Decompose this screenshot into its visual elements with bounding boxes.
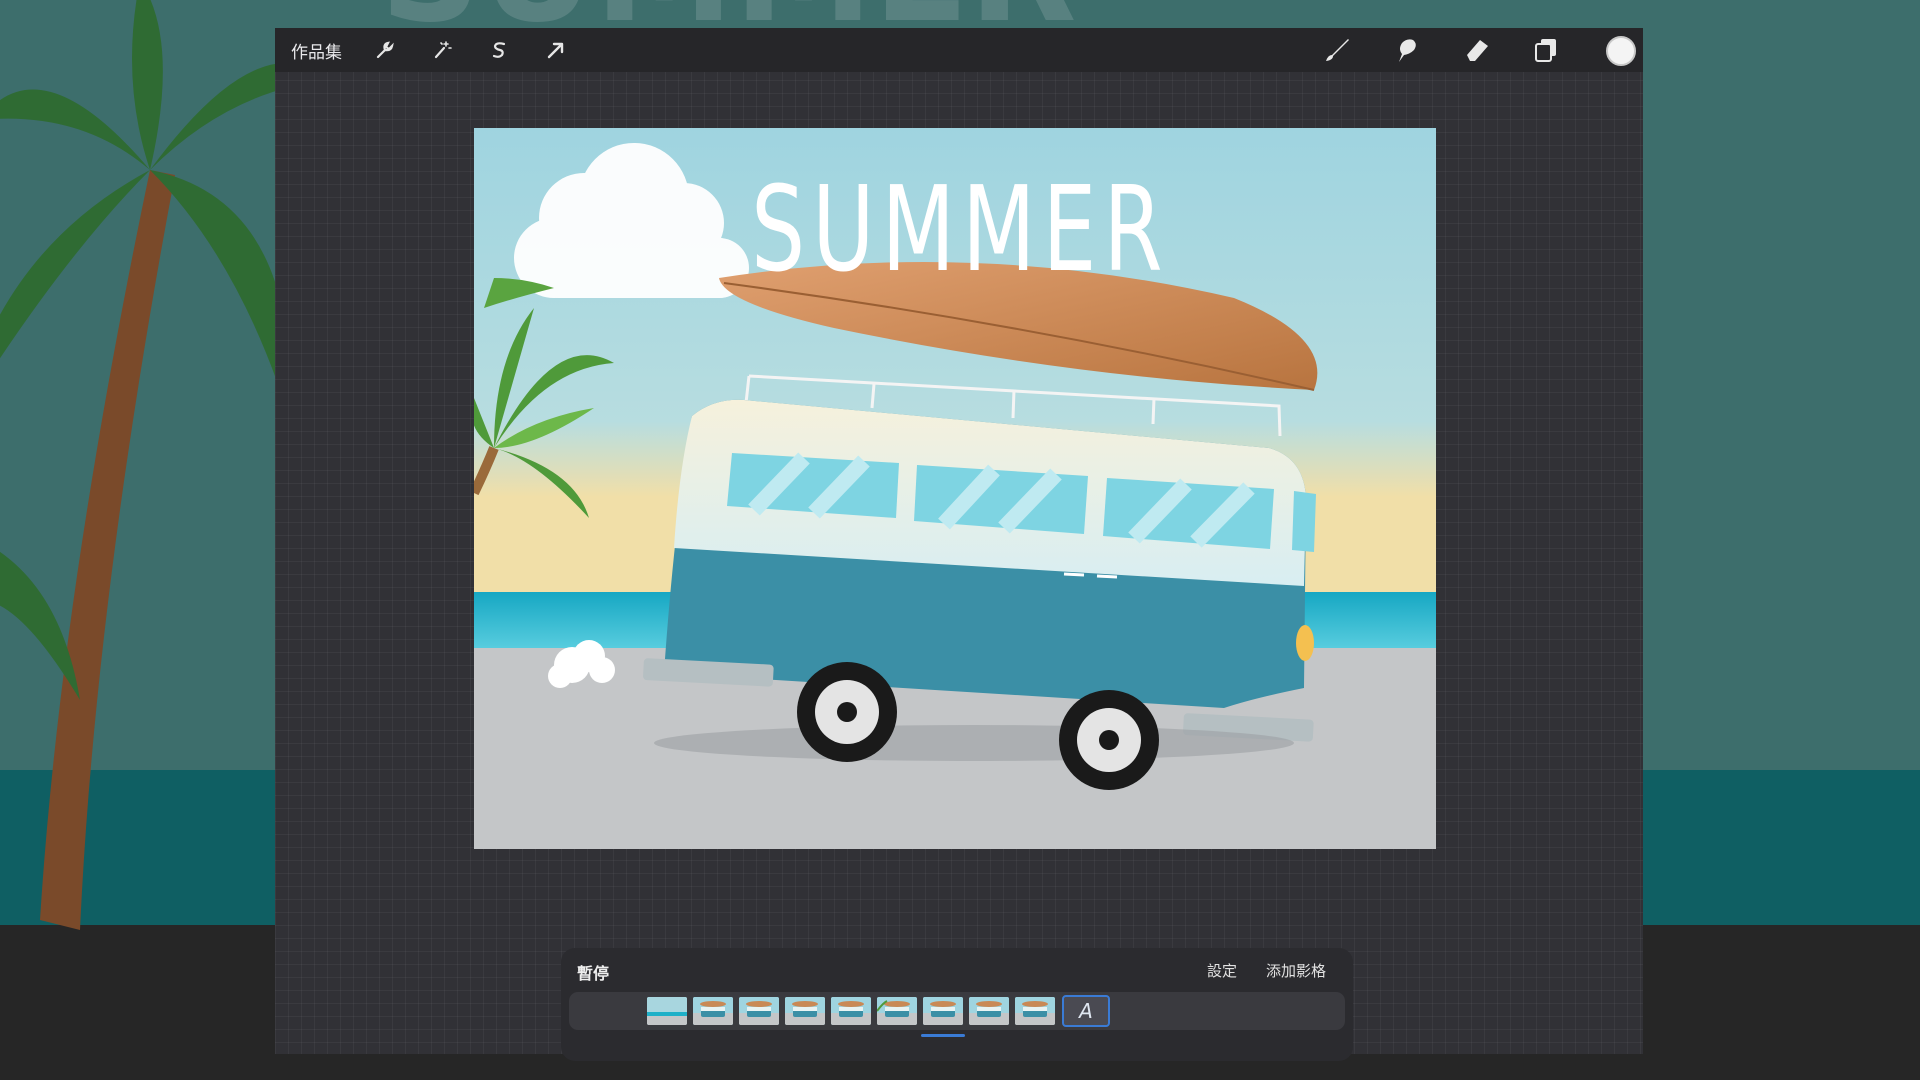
frame-thumbnail[interactable] bbox=[739, 997, 779, 1025]
top-toolbar: 作品集 bbox=[275, 28, 1643, 72]
eraser-icon[interactable] bbox=[1461, 34, 1493, 66]
frame-thumbnail[interactable] bbox=[1015, 997, 1055, 1025]
animation-settings-button[interactable]: 設定 bbox=[1207, 960, 1237, 981]
frame-thumbnail[interactable] bbox=[831, 997, 871, 1025]
add-frame-button[interactable]: 添加影格 bbox=[1266, 960, 1326, 981]
gallery-button[interactable]: 作品集 bbox=[291, 38, 342, 63]
animation-assist-panel: 暫停 設定 添加影格 A bbox=[561, 948, 1353, 1061]
current-frame-indicator bbox=[921, 1034, 965, 1037]
magic-wand-icon[interactable] bbox=[426, 34, 458, 66]
procreate-app: 作品集 SUMMER 暫停 設定 添加影格 A bbox=[275, 28, 1643, 1061]
artwork-title-text: SUMMER bbox=[751, 160, 1170, 298]
selection-s-icon[interactable] bbox=[483, 34, 515, 66]
color-picker-button[interactable] bbox=[1606, 36, 1636, 66]
frame-thumbnail[interactable] bbox=[647, 997, 687, 1025]
frame-thumbnail[interactable] bbox=[693, 997, 733, 1025]
screen: SUMMER 作品集 bbox=[0, 0, 1920, 1080]
frame-thumbnail[interactable] bbox=[785, 997, 825, 1025]
smudge-icon[interactable] bbox=[1391, 34, 1423, 66]
layers-icon[interactable] bbox=[1530, 34, 1562, 66]
frame-thumbnail-current[interactable] bbox=[923, 997, 963, 1025]
frame-thumbnail[interactable] bbox=[877, 997, 917, 1025]
brush-icon[interactable] bbox=[1321, 34, 1353, 66]
frame-timeline[interactable]: A bbox=[569, 992, 1345, 1030]
wrench-icon[interactable] bbox=[369, 34, 401, 66]
transform-arrow-icon[interactable] bbox=[540, 34, 572, 66]
artwork-canvas[interactable]: SUMMER bbox=[474, 128, 1436, 849]
new-frame-slot[interactable]: A bbox=[1062, 995, 1110, 1027]
playback-pause-button[interactable]: 暫停 bbox=[577, 960, 609, 984]
frame-thumbnail[interactable] bbox=[969, 997, 1009, 1025]
